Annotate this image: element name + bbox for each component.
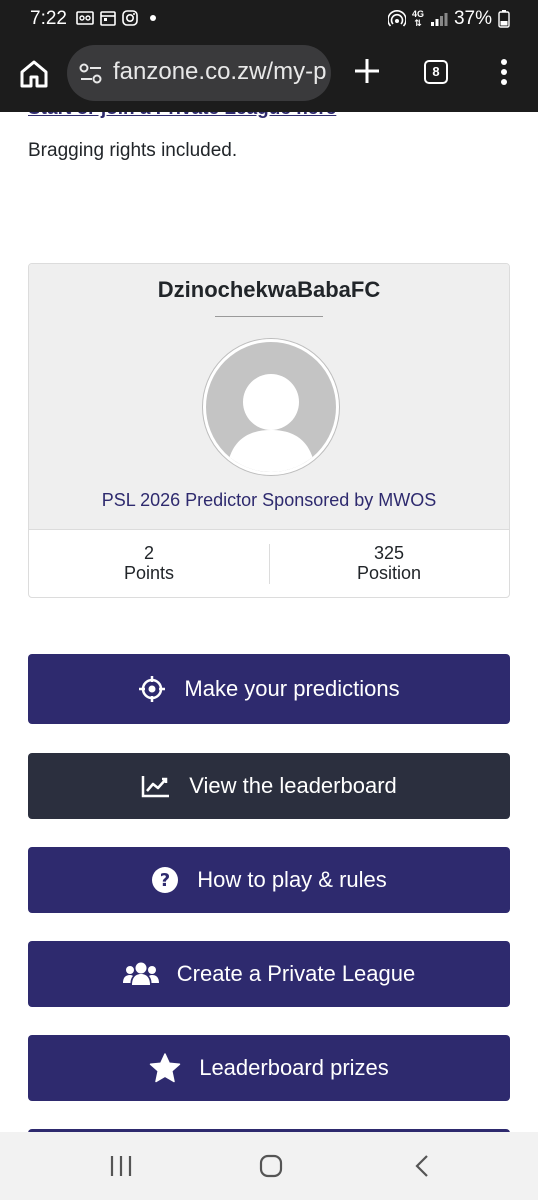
home-icon[interactable]: [18, 58, 50, 90]
how-to-play-label: How to play & rules: [197, 867, 387, 892]
create-private-league-label: Create a Private League: [176, 961, 416, 986]
profile-card-header: DzinochekwaBabaFC PSL 2026 Predictor Spo…: [29, 264, 509, 530]
private-league-link[interactable]: Start or join a Private League here: [28, 112, 336, 120]
points-value: 2: [143, 543, 154, 563]
battery-icon: [498, 10, 510, 28]
tagline: Bragging rights included.: [28, 140, 238, 161]
view-leaderboard-button[interactable]: View the leaderboard: [28, 753, 510, 819]
calendar-icon: [100, 11, 116, 26]
league-name: PSL 2026 Predictor Sponsored by MWOS: [101, 490, 437, 510]
web-page: Start or join a Private League here Brag…: [0, 112, 538, 1132]
user-silhouette-icon: [226, 374, 316, 472]
back-icon[interactable]: [412, 1154, 432, 1178]
system-icons: 4G ⇅ 37%: [387, 8, 510, 30]
url-text[interactable]: fanzone.co.zw/my-p: [113, 58, 326, 86]
position-stat: 325 Position: [269, 543, 509, 583]
address-bar[interactable]: fanzone.co.zw/my-p: [67, 45, 331, 101]
make-predictions-button[interactable]: Make your predictions: [28, 654, 510, 724]
users-icon: [122, 961, 159, 987]
divider: [215, 316, 323, 317]
how-to-play-button[interactable]: ? How to play & rules: [28, 847, 510, 913]
browser-toolbar: fanzone.co.zw/my-p 8: [0, 38, 538, 112]
leaderboard-prizes-button[interactable]: Leaderboard prizes: [28, 1035, 510, 1101]
points-stat: 2 Points: [29, 543, 269, 583]
points-label: Points: [123, 563, 175, 583]
network-4g-icon: 4G ⇅: [411, 9, 424, 28]
status-time: 7:22: [30, 8, 67, 29]
profile-card: DzinochekwaBabaFC PSL 2026 Predictor Spo…: [28, 263, 510, 598]
svg-text:?: ?: [160, 870, 170, 891]
recent-apps-icon[interactable]: [108, 1154, 134, 1178]
avatar: [203, 339, 339, 475]
line-chart-icon: [141, 774, 171, 798]
view-leaderboard-label: View the leaderboard: [189, 773, 397, 798]
create-private-league-button[interactable]: Create a Private League: [28, 941, 510, 1007]
site-settings-icon[interactable]: [79, 63, 103, 85]
signal-icon: [430, 13, 448, 26]
status-bar: 7:22 4G ⇅ 37%: [0, 0, 538, 38]
leaderboard-prizes-label: Leaderboard prizes: [199, 1055, 389, 1080]
system-navigation-bar: [0, 1132, 538, 1200]
question-circle-icon: ?: [151, 866, 179, 894]
more-notifications-dot: [150, 15, 156, 21]
hotspot-icon: [387, 10, 406, 27]
battery-percent: 37%: [453, 8, 492, 29]
position-label: Position: [356, 563, 422, 583]
new-tab-icon[interactable]: [352, 56, 382, 86]
tab-switcher-button[interactable]: 8: [424, 60, 448, 84]
home-nav-icon[interactable]: [258, 1154, 284, 1178]
position-value: 325: [373, 543, 405, 563]
instagram-icon: [122, 10, 138, 26]
more-options-icon[interactable]: [500, 58, 508, 86]
make-predictions-label: Make your predictions: [184, 676, 400, 701]
notification-icons: [76, 10, 156, 26]
team-name: DzinochekwaBabaFC: [157, 277, 381, 302]
crosshairs-icon: [138, 675, 166, 703]
star-icon: [149, 1053, 181, 1083]
voicemail-icon: [76, 11, 94, 25]
